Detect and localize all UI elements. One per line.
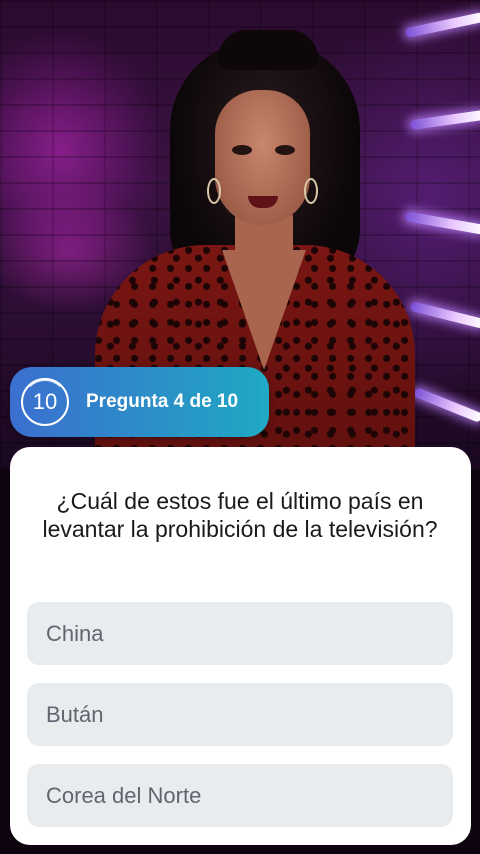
question-progress-badge: 10 Pregunta 4 de 10 (10, 367, 269, 437)
host-hair-bun (218, 30, 318, 70)
answer-option-butan[interactable]: Bután (27, 683, 453, 746)
question-card: ¿Cuál de estos fue el último país en lev… (10, 447, 471, 845)
quiz-screen: 10 Pregunta 4 de 10 ¿Cuál de estos fue e… (0, 0, 480, 854)
host-eye (232, 145, 252, 155)
timer-ring-icon (21, 378, 69, 426)
question-counter: Pregunta 4 de 10 (86, 391, 239, 412)
host-neckline (222, 250, 306, 370)
question-text: ¿Cuál de estos fue el último país en lev… (42, 488, 438, 542)
answer-option-corea-del-norte[interactable]: Corea del Norte (27, 764, 453, 827)
host-earring (207, 178, 221, 204)
countdown-timer: 10 (21, 378, 69, 426)
answer-option-china[interactable]: China (27, 602, 453, 665)
host-eye (275, 145, 295, 155)
host-earring (304, 178, 318, 204)
